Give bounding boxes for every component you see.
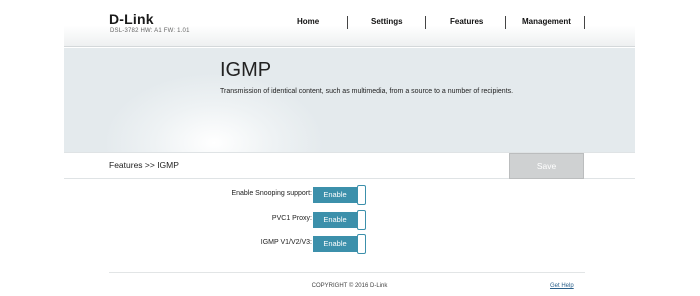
igmp-version-label: IGMP V1/V2/V3:: [260, 239, 312, 246]
nav-management[interactable]: Management: [522, 17, 571, 26]
setting-row-igmp-version: IGMP V1/V2/V3: Enable: [64, 234, 635, 254]
pvc1-proxy-toggle[interactable]: Enable: [313, 210, 367, 230]
igmp-version-toggle[interactable]: Enable: [313, 234, 367, 254]
model-info: DSL-3782 HW: A1 FW: 1.01: [110, 28, 190, 34]
header: D-Link DSL-3782 HW: A1 FW: 1.01 Home Set…: [64, 0, 635, 47]
dlink-logo: D-Link: [109, 11, 154, 27]
nav-settings[interactable]: Settings: [371, 17, 403, 26]
nav-separator: [584, 16, 585, 29]
toggle-knob[interactable]: [357, 234, 366, 254]
setting-row-pvc1-proxy: PVC1 Proxy: Enable: [64, 210, 635, 230]
nav-separator: [505, 16, 506, 29]
toggle-enable-state[interactable]: Enable: [313, 212, 357, 228]
snooping-label: Enable Snooping support:: [231, 190, 312, 197]
get-help-link[interactable]: Get Help: [550, 283, 574, 289]
nav-home[interactable]: Home: [297, 17, 319, 26]
page-title: IGMP: [220, 59, 272, 81]
page-description: Transmission of identical content, such …: [220, 88, 514, 95]
toggle-knob[interactable]: [357, 185, 366, 205]
footer-divider: [109, 272, 585, 273]
pvc1-proxy-label: PVC1 Proxy:: [271, 215, 312, 222]
setting-row-snooping: Enable Snooping support: Enable: [64, 185, 635, 205]
breadcrumb-bar: Features >> IGMP Save: [64, 152, 635, 179]
snooping-toggle[interactable]: Enable: [313, 185, 367, 205]
nav-separator: [347, 16, 348, 29]
page-frame: D-Link DSL-3782 HW: A1 FW: 1.01 Home Set…: [64, 0, 635, 296]
toggle-enable-state[interactable]: Enable: [313, 187, 357, 203]
page-banner: IGMP Transmission of identical content, …: [64, 48, 635, 152]
nav-features[interactable]: Features: [450, 17, 483, 26]
breadcrumb: Features >> IGMP: [109, 160, 179, 170]
toggle-enable-state[interactable]: Enable: [313, 236, 357, 252]
toggle-knob[interactable]: [357, 210, 366, 230]
save-button[interactable]: Save: [509, 153, 584, 179]
nav-separator: [425, 16, 426, 29]
